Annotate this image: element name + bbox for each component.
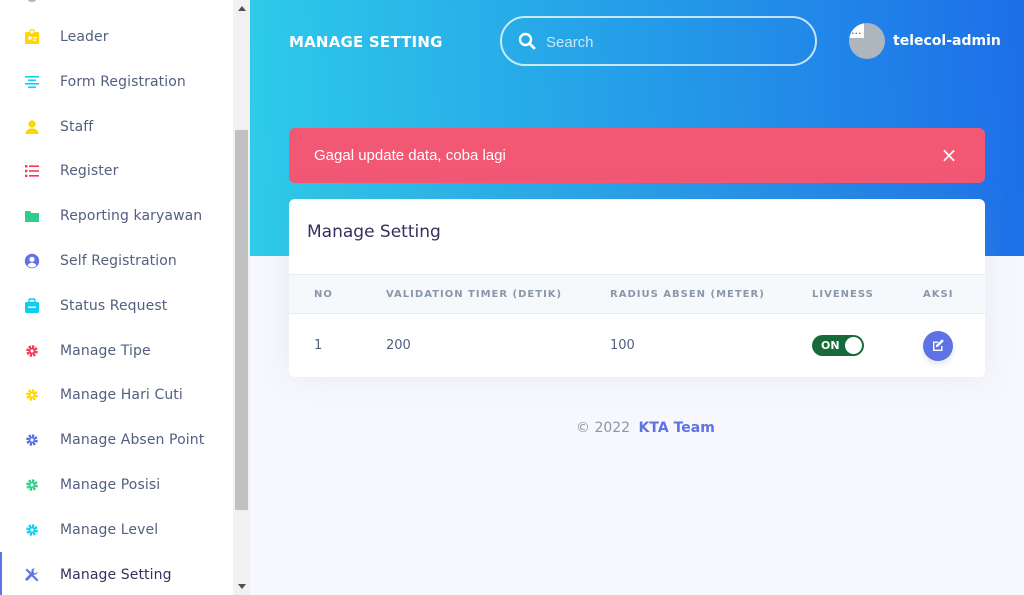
gear-icon (24, 387, 40, 403)
user-icon (24, 119, 40, 135)
page-title: MANAGE SETTING (289, 33, 443, 51)
gear-icon (24, 343, 40, 359)
wrench-screwdriver-icon (24, 567, 40, 583)
list-icon (24, 163, 40, 179)
toggle-label: ON (821, 339, 840, 352)
sidebar-item-partial (27, 0, 37, 2)
search-input[interactable] (546, 30, 796, 54)
sidebar-item-label: Manage Setting (60, 566, 172, 583)
badge-icon (24, 28, 40, 45)
scrollbar-thumb[interactable] (235, 130, 248, 510)
footer: © 2022 KTA Team (576, 420, 715, 436)
edit-icon (931, 337, 945, 356)
search-icon (518, 32, 536, 50)
gear-icon (24, 432, 40, 448)
column-header-no: NO (314, 289, 333, 300)
sidebar-item-manage-hari-cuti[interactable]: Manage Hari Cuti (0, 372, 233, 417)
alert-message: Gagal update data, coba lagi (314, 147, 506, 164)
scroll-down-arrow-icon[interactable] (233, 578, 250, 595)
sidebar-item-self-registration[interactable]: Self Registration (0, 238, 233, 283)
liveness-toggle[interactable]: ON (812, 335, 864, 356)
sidebar-item-label: Manage Posisi (60, 476, 161, 493)
sidebar-item-manage-tipe[interactable]: Manage Tipe (0, 328, 233, 373)
sidebar: Leader Form Registration Staff Register … (0, 0, 233, 595)
scroll-up-arrow-icon[interactable] (233, 0, 250, 17)
sidebar-item-label: Status Request (60, 297, 168, 314)
column-header-validation-timer: VALIDATION TIMER (DETIK) (386, 289, 563, 300)
edit-button[interactable] (923, 331, 953, 361)
sidebar-item-register[interactable]: Register (0, 148, 233, 193)
sidebar-item-reporting-karyawan[interactable]: Reporting karyawan (0, 193, 233, 238)
sidebar-item-label: Leader (60, 28, 109, 45)
team-link[interactable]: KTA Team (639, 420, 715, 436)
username[interactable]: telecol-admin (893, 33, 1001, 49)
cell-radius-absen: 100 (610, 338, 635, 353)
error-alert: Gagal update data, coba lagi × (289, 128, 985, 183)
folder-icon (24, 208, 40, 224)
close-icon[interactable]: × (939, 145, 959, 165)
sidebar-scrollbar[interactable] (233, 0, 250, 595)
sidebar-item-manage-level[interactable]: Manage Level (0, 507, 233, 552)
sidebar-item-manage-absen-point[interactable]: Manage Absen Point (0, 417, 233, 462)
search-box[interactable] (500, 16, 817, 66)
sidebar-item-label: Manage Hari Cuti (60, 386, 183, 403)
sidebar-item-label: Form Registration (60, 73, 186, 90)
column-header-radius-absen: RADIUS ABSEN (METER) (610, 289, 765, 300)
sidebar-item-label: Manage Tipe (60, 342, 151, 359)
sidebar-item-label: Staff (60, 118, 94, 135)
copyright-text: © 2022 (576, 420, 631, 436)
table-header: NO VALIDATION TIMER (DETIK) RADIUS ABSEN… (289, 274, 985, 314)
card-title: Manage Setting (307, 222, 441, 242)
user-circle-icon (24, 253, 40, 269)
cell-no: 1 (314, 338, 323, 353)
sidebar-item-label: Register (60, 162, 119, 179)
briefcase-icon (24, 297, 40, 314)
column-header-liveness: LIVENESS (812, 289, 874, 300)
gear-icon (24, 522, 40, 538)
sidebar-item-manage-posisi[interactable]: Manage Posisi (0, 462, 233, 507)
sidebar-item-manage-setting[interactable]: Manage Setting (0, 552, 233, 595)
sidebar-item-staff[interactable]: Staff (0, 104, 233, 149)
sidebar-item-label: Self Registration (60, 252, 177, 269)
sidebar-item-status-request[interactable]: Status Request (0, 283, 233, 328)
gear-icon (24, 477, 40, 493)
cell-validation-timer: 200 (386, 338, 411, 353)
sidebar-item-label: Manage Level (60, 521, 159, 538)
settings-card: Manage Setting NO VALIDATION TIMER (DETI… (289, 199, 985, 377)
sidebar-item-label: Manage Absen Point (60, 431, 205, 448)
column-header-aksi: AKSI (923, 289, 954, 300)
sidebar-item-label: Reporting karyawan (60, 207, 203, 224)
broken-image-icon: ... (849, 23, 864, 38)
avatar[interactable]: ... (849, 23, 885, 59)
toggle-knob (845, 337, 862, 354)
align-center-icon (24, 74, 40, 90)
sidebar-item-form-registration[interactable]: Form Registration (0, 59, 233, 104)
sidebar-item-leader[interactable]: Leader (0, 14, 233, 59)
